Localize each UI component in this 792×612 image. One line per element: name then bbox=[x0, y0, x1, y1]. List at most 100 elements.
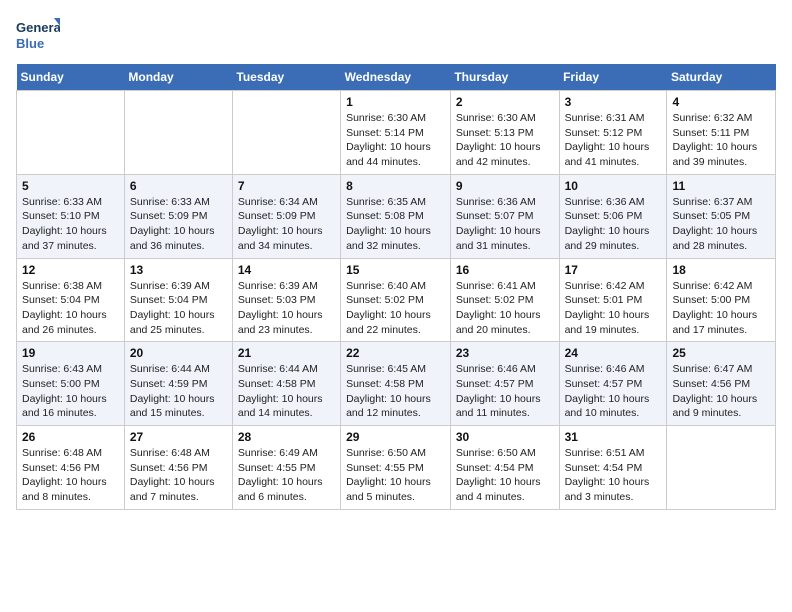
day-number: 11 bbox=[672, 179, 770, 193]
day-number: 28 bbox=[238, 430, 335, 444]
cell-content: Daylight: 10 hours and 32 minutes. bbox=[346, 224, 445, 253]
cell-content: Sunrise: 6:50 AM bbox=[346, 446, 445, 461]
day-number: 13 bbox=[130, 263, 227, 277]
logo-svg: General Blue bbox=[16, 16, 60, 56]
calendar-cell: 24Sunrise: 6:46 AMSunset: 4:57 PMDayligh… bbox=[559, 342, 667, 426]
calendar-cell: 30Sunrise: 6:50 AMSunset: 4:54 PMDayligh… bbox=[450, 426, 559, 510]
calendar-cell: 5Sunrise: 6:33 AMSunset: 5:10 PMDaylight… bbox=[17, 174, 125, 258]
cell-content: Daylight: 10 hours and 25 minutes. bbox=[130, 308, 227, 337]
calendar-cell: 1Sunrise: 6:30 AMSunset: 5:14 PMDaylight… bbox=[341, 91, 451, 175]
day-number: 29 bbox=[346, 430, 445, 444]
calendar-cell: 6Sunrise: 6:33 AMSunset: 5:09 PMDaylight… bbox=[124, 174, 232, 258]
cell-content: Daylight: 10 hours and 6 minutes. bbox=[238, 475, 335, 504]
cell-content: Sunset: 5:09 PM bbox=[130, 209, 227, 224]
calendar-cell: 28Sunrise: 6:49 AMSunset: 4:55 PMDayligh… bbox=[232, 426, 340, 510]
calendar-header: SundayMondayTuesdayWednesdayThursdayFrid… bbox=[17, 64, 776, 91]
cell-content: Sunset: 5:11 PM bbox=[672, 126, 770, 141]
calendar-cell: 3Sunrise: 6:31 AMSunset: 5:12 PMDaylight… bbox=[559, 91, 667, 175]
cell-content: Sunrise: 6:44 AM bbox=[238, 362, 335, 377]
cell-content: Sunset: 5:12 PM bbox=[565, 126, 662, 141]
cell-content: Sunrise: 6:48 AM bbox=[22, 446, 119, 461]
day-number: 22 bbox=[346, 346, 445, 360]
day-number: 19 bbox=[22, 346, 119, 360]
week-row-1: 1Sunrise: 6:30 AMSunset: 5:14 PMDaylight… bbox=[17, 91, 776, 175]
cell-content: Sunrise: 6:49 AM bbox=[238, 446, 335, 461]
cell-content: Daylight: 10 hours and 19 minutes. bbox=[565, 308, 662, 337]
cell-content: Sunrise: 6:32 AM bbox=[672, 111, 770, 126]
calendar-cell: 10Sunrise: 6:36 AMSunset: 5:06 PMDayligh… bbox=[559, 174, 667, 258]
cell-content: Sunset: 4:57 PM bbox=[565, 377, 662, 392]
calendar-cell: 13 Sunrise: 6:39 AMSunset: 5:04 PMDayligh… bbox=[124, 258, 232, 342]
cell-content: Sunrise: 6:39 AM bbox=[238, 279, 335, 294]
cell-content: Daylight: 10 hours and 12 minutes. bbox=[346, 392, 445, 421]
cell-content: Sunset: 5:04 PM bbox=[130, 293, 227, 308]
cell-content: Sunset: 4:54 PM bbox=[565, 461, 662, 476]
cell-content: Sunrise: 6:41 AM bbox=[456, 279, 554, 294]
calendar-cell bbox=[124, 91, 232, 175]
calendar-cell: 26Sunrise: 6:48 AMSunset: 4:56 PMDayligh… bbox=[17, 426, 125, 510]
calendar-cell: 27Sunrise: 6:48 AMSunset: 4:56 PMDayligh… bbox=[124, 426, 232, 510]
week-row-5: 26Sunrise: 6:48 AMSunset: 4:56 PMDayligh… bbox=[17, 426, 776, 510]
cell-content: Sunrise: 6:51 AM bbox=[565, 446, 662, 461]
header-cell-saturday: Saturday bbox=[667, 64, 776, 91]
cell-content: Sunrise: 6:30 AM bbox=[456, 111, 554, 126]
calendar-cell: 23Sunrise: 6:46 AMSunset: 4:57 PMDayligh… bbox=[450, 342, 559, 426]
day-number: 30 bbox=[456, 430, 554, 444]
cell-content: Sunset: 5:07 PM bbox=[456, 209, 554, 224]
cell-content: Daylight: 10 hours and 10 minutes. bbox=[565, 392, 662, 421]
calendar-cell: 22Sunrise: 6:45 AMSunset: 4:58 PMDayligh… bbox=[341, 342, 451, 426]
cell-content: Sunset: 5:02 PM bbox=[456, 293, 554, 308]
day-number: 12 bbox=[22, 263, 119, 277]
cell-content: Sunrise: 6:42 AM bbox=[672, 279, 770, 294]
calendar-table: SundayMondayTuesdayWednesdayThursdayFrid… bbox=[16, 64, 776, 510]
cell-content: Sunset: 5:14 PM bbox=[346, 126, 445, 141]
cell-content: Sunset: 5:05 PM bbox=[672, 209, 770, 224]
cell-content: Sunset: 4:55 PM bbox=[346, 461, 445, 476]
day-number: 1 bbox=[346, 95, 445, 109]
day-number: 14 bbox=[238, 263, 335, 277]
cell-content: Daylight: 10 hours and 39 minutes. bbox=[672, 140, 770, 169]
day-number: 20 bbox=[130, 346, 227, 360]
calendar-cell: 14Sunrise: 6:39 AMSunset: 5:03 PMDayligh… bbox=[232, 258, 340, 342]
cell-content: Sunset: 5:13 PM bbox=[456, 126, 554, 141]
day-number: 26 bbox=[22, 430, 119, 444]
day-number: 21 bbox=[238, 346, 335, 360]
calendar-cell: 20Sunrise: 6:44 AMSunset: 4:59 PMDayligh… bbox=[124, 342, 232, 426]
day-number: 2 bbox=[456, 95, 554, 109]
cell-content: Sunrise: 6:47 AM bbox=[672, 362, 770, 377]
calendar-body: 1Sunrise: 6:30 AMSunset: 5:14 PMDaylight… bbox=[17, 91, 776, 510]
cell-content: Sunrise: 6:33 AM bbox=[22, 195, 119, 210]
cell-content: Daylight: 10 hours and 7 minutes. bbox=[130, 475, 227, 504]
calendar-cell: 29Sunrise: 6:50 AMSunset: 4:55 PMDayligh… bbox=[341, 426, 451, 510]
page-header: General Blue bbox=[16, 16, 776, 56]
calendar-cell bbox=[17, 91, 125, 175]
day-number: 6 bbox=[130, 179, 227, 193]
cell-content: Sunrise: 6:30 AM bbox=[346, 111, 445, 126]
calendar-cell bbox=[232, 91, 340, 175]
header-row: SundayMondayTuesdayWednesdayThursdayFrid… bbox=[17, 64, 776, 91]
calendar-cell: 16Sunrise: 6:41 AMSunset: 5:02 PMDayligh… bbox=[450, 258, 559, 342]
cell-content: Daylight: 10 hours and 23 minutes. bbox=[238, 308, 335, 337]
cell-content: Sunrise: 6:45 AM bbox=[346, 362, 445, 377]
calendar-cell: 19Sunrise: 6:43 AMSunset: 5:00 PMDayligh… bbox=[17, 342, 125, 426]
calendar-cell: 7Sunrise: 6:34 AMSunset: 5:09 PMDaylight… bbox=[232, 174, 340, 258]
cell-content: Sunrise: 6:35 AM bbox=[346, 195, 445, 210]
cell-content: Daylight: 10 hours and 16 minutes. bbox=[22, 392, 119, 421]
cell-content: Daylight: 10 hours and 34 minutes. bbox=[238, 224, 335, 253]
day-number: 7 bbox=[238, 179, 335, 193]
cell-content: Daylight: 10 hours and 36 minutes. bbox=[130, 224, 227, 253]
cell-content: Sunrise: 6:39 AM bbox=[130, 279, 227, 294]
cell-content: Sunset: 5:00 PM bbox=[672, 293, 770, 308]
cell-content: Daylight: 10 hours and 3 minutes. bbox=[565, 475, 662, 504]
header-cell-friday: Friday bbox=[559, 64, 667, 91]
week-row-2: 5Sunrise: 6:33 AMSunset: 5:10 PMDaylight… bbox=[17, 174, 776, 258]
day-number: 17 bbox=[565, 263, 662, 277]
cell-content: Daylight: 10 hours and 42 minutes. bbox=[456, 140, 554, 169]
cell-content: Sunrise: 6:46 AM bbox=[565, 362, 662, 377]
day-number: 8 bbox=[346, 179, 445, 193]
cell-content: Sunset: 4:56 PM bbox=[672, 377, 770, 392]
day-number: 10 bbox=[565, 179, 662, 193]
day-number: 16 bbox=[456, 263, 554, 277]
cell-content: Sunrise: 6:36 AM bbox=[456, 195, 554, 210]
cell-content: Daylight: 10 hours and 22 minutes. bbox=[346, 308, 445, 337]
